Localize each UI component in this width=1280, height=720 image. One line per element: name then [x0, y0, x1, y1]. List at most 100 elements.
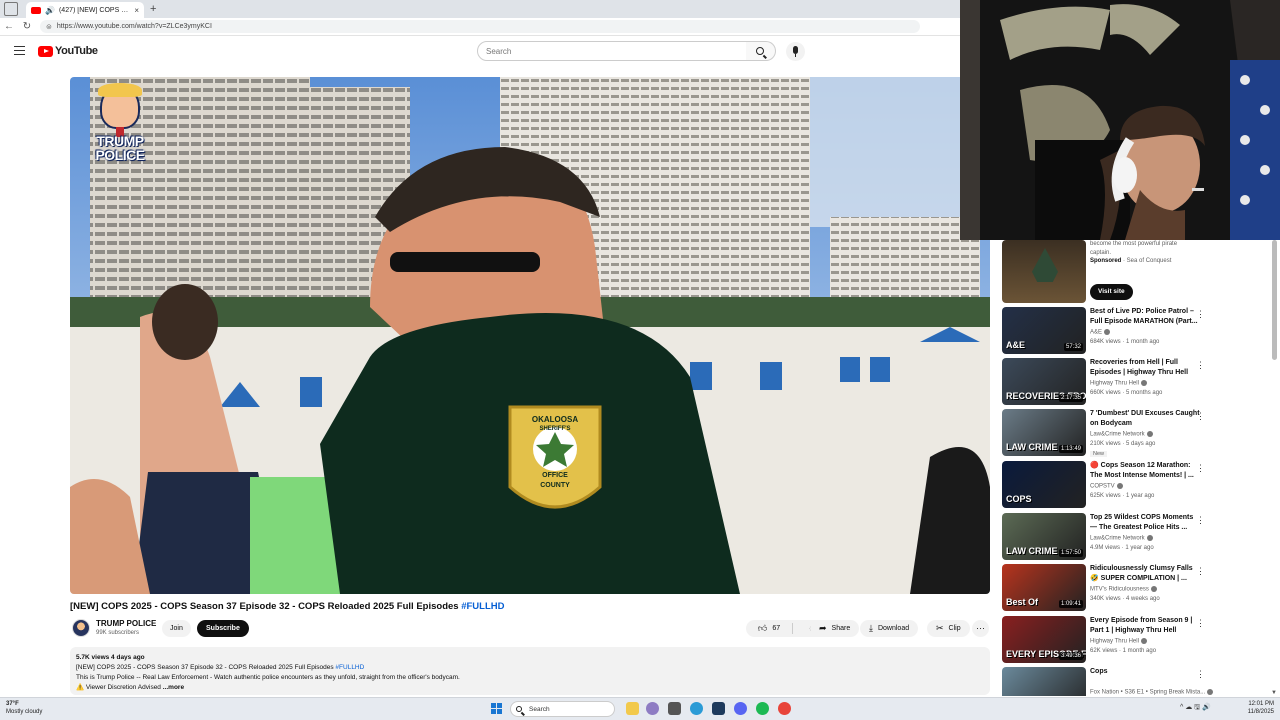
youtube-logo[interactable]: YouTube [38, 45, 98, 57]
recommendation-channel[interactable]: A&E [1090, 329, 1111, 336]
recommendation-menu-icon[interactable]: ⋮ [1196, 309, 1205, 320]
recommendation-channel[interactable]: MTV's Ridiculousness [1090, 586, 1157, 593]
page-scrollbar[interactable]: ▼ [1271, 240, 1278, 696]
voice-search-icon[interactable] [786, 42, 805, 61]
video-duration: 57:32 [1063, 343, 1083, 351]
download-icon: ⤓ [869, 623, 873, 633]
clock[interactable]: 12:01 PM 11/8/2025 [1238, 700, 1274, 716]
url-field[interactable]: ⊜ https://www.youtube.com/watch?v=ZLCe3y… [40, 20, 920, 33]
edge-icon[interactable] [690, 702, 703, 715]
menu-icon[interactable] [14, 46, 25, 55]
file-explorer-icon[interactable] [626, 702, 639, 715]
clip-button[interactable]: ✂ Clip [927, 620, 970, 637]
recommendation-title[interactable]: Every Episode from Season 9 | Part 1 | Hi… [1090, 616, 1200, 636]
description-hashtag[interactable]: #FULLHD [335, 664, 364, 671]
description-box[interactable]: 5.7K views 4 days ago [NEW] COPS 2025 - … [70, 647, 990, 695]
video-player[interactable]: OKALOOSA SHERIFF'S OFFICE COUNTY TRUMP P… [70, 77, 990, 594]
search-input[interactable]: Search [477, 41, 747, 61]
browser-tab-youtube[interactable]: 🔊 (427) [NEW] COPS 2025 - CO × [26, 2, 144, 18]
recommendation-thumbnail[interactable]: COPS [1002, 461, 1086, 508]
search-button[interactable] [746, 41, 776, 61]
recommendation-channel[interactable]: Highway Thru Hell [1090, 638, 1147, 645]
new-tab-button[interactable]: + [150, 3, 156, 15]
subscriber-count: 99K subscribers [96, 630, 140, 636]
ad-sponsor-line: Sponsored · Sea of Conquest [1090, 258, 1171, 264]
recommendation-item[interactable]: Cops Fox Nation • S36 E1 • Spring Break M… [1000, 667, 1268, 696]
recommendation-channel-name: Fox Nation • S36 E1 • Spring Break Mista… [1090, 689, 1206, 696]
recommendation-channel[interactable]: COPSTV [1090, 483, 1123, 490]
visit-site-button[interactable]: Visit site [1090, 284, 1133, 300]
recommendation-item[interactable]: Best Of 1:09:41 Ridiculousnessly Clumsy Fa… [1000, 564, 1268, 612]
recommendation-title[interactable]: Cops [1090, 667, 1200, 677]
recommendation-item[interactable]: A&E 57:32 Best of Live PD: Police Patrol –… [1000, 307, 1268, 355]
recommendation-channel-name: COPSTV [1090, 483, 1115, 490]
recommendation-item[interactable]: EVERY EPISODE FROM SEASON 93:49:36Every … [1000, 616, 1268, 664]
new-badge: New [1090, 451, 1108, 457]
watermark-hair [98, 83, 142, 97]
store-icon[interactable] [668, 702, 681, 715]
join-button[interactable]: Join [162, 620, 191, 637]
recommendation-thumbnail[interactable]: LAW CRIME 1:13:49 [1002, 409, 1086, 456]
recommendation-menu-icon[interactable]: ⋮ [1196, 515, 1205, 526]
speaker-icon[interactable]: 🔊 [45, 6, 55, 15]
recommendation-item[interactable]: LAW CRIME 1:13:49 7 'Dumbest' DUI Excuses … [1000, 409, 1268, 457]
recommendation-channel[interactable]: Fox Nation • S36 E1 • Spring Break Mista… [1090, 689, 1214, 696]
recommendation-menu-icon[interactable]: ⋮ [1196, 360, 1205, 371]
recommendation-title[interactable]: 🔴 Cops Season 12 Marathon: The Most Inten… [1090, 461, 1200, 481]
app-icon[interactable] [712, 702, 725, 715]
system-tray[interactable]: ^ ☁ 🖫 🔊 [1180, 703, 1211, 714]
back-button[interactable]: ← [0, 21, 18, 32]
recommendation-channel-name: Law&Crime Network [1090, 535, 1145, 542]
recommendation-channel[interactable]: Law&Crime Network [1090, 535, 1153, 542]
share-button[interactable]: ➦ Share [810, 620, 860, 637]
recommendation-title[interactable]: 7 'Dumbest' DUI Excuses Caught on Bodycam [1090, 409, 1200, 429]
taskbar-search[interactable]: Search [510, 701, 615, 717]
discord-icon[interactable] [734, 702, 747, 715]
recommendation-title[interactable]: Top 25 Wildest COPS Moments — The Greates… [1090, 513, 1200, 533]
recommendation-channel[interactable]: Highway Thru Hell [1090, 380, 1147, 387]
chrome-icon[interactable] [778, 702, 791, 715]
recommendation-title-line-2: The Most Intense Moments! | ... [1090, 472, 1194, 479]
scrollbar-thumb[interactable] [1272, 240, 1277, 360]
recommendation-menu-icon[interactable]: ⋮ [1196, 669, 1205, 680]
webcam-overlay [960, 0, 1280, 240]
download-button[interactable]: ⤓ Download [860, 620, 919, 637]
thumbnail-caption: A&E [1006, 340, 1026, 350]
recommendation-thumbnail[interactable]: EVERY EPISODE FROM SEASON 93:49:36 [1002, 616, 1086, 663]
recommendation-thumbnail[interactable]: LAW CRIME 1:57:50 [1002, 513, 1086, 560]
video-title-hashtag[interactable]: #FULLHD [461, 601, 504, 612]
channel-avatar[interactable] [72, 619, 90, 637]
recommendation-menu-icon[interactable]: ⋮ [1196, 566, 1205, 577]
reload-button[interactable]: ↻ [18, 21, 36, 32]
weather-condition: Mostly cloudy [6, 709, 43, 715]
recommendation-thumbnail[interactable]: Best Of 1:09:41 [1002, 564, 1086, 611]
recommendation-menu-icon[interactable]: ⋮ [1196, 463, 1205, 474]
copilot-icon[interactable] [646, 702, 659, 715]
spotify-icon[interactable] [756, 702, 769, 715]
channel-name[interactable]: TRUMP POLICE [96, 619, 156, 628]
scroll-down-arrow-icon[interactable]: ▼ [1271, 690, 1277, 696]
recommendation-menu-icon[interactable]: ⋮ [1196, 618, 1205, 629]
recommendation-item[interactable]: LAW CRIME 1:57:50 Top 25 Wildest COPS Mome… [1000, 513, 1268, 561]
recommendation-title[interactable]: Ridiculousnessly Clumsy Falls 🤣 SUPER COM… [1090, 564, 1200, 584]
close-tab-icon[interactable]: × [134, 6, 139, 15]
weather-widget[interactable]: 37°F Mostly cloudy [6, 700, 42, 716]
recommendation-thumbnail[interactable]: RECOVERIES FROM HE2:17:35 [1002, 358, 1086, 405]
show-more-link[interactable]: ...more [163, 684, 184, 691]
recommendation-thumbnail[interactable] [1002, 667, 1086, 696]
more-actions-button[interactable]: ··· [972, 620, 989, 637]
recommendation-item[interactable]: RECOVERIES FROM HE2:17:35Recoveries from… [1000, 358, 1268, 406]
start-button[interactable] [491, 703, 502, 714]
recommendation-thumbnail[interactable]: A&E 57:32 [1002, 307, 1086, 354]
youtube-wordmark: YouTube [55, 45, 98, 57]
recommendation-title[interactable]: Best of Live PD: Police Patrol – Full Epi… [1090, 307, 1200, 327]
site-info-icon[interactable]: ⊜ [46, 23, 52, 31]
recommendation-title[interactable]: Recoveries from Hell | Full Episodes | Hi… [1090, 358, 1200, 378]
subscribe-button[interactable]: Subscribe [197, 620, 249, 637]
recommendation-menu-icon[interactable]: ⋮ [1196, 411, 1205, 422]
ad-thumbnail[interactable] [1002, 240, 1086, 303]
like-button[interactable]: 👍︎ 67 [746, 623, 794, 634]
recommendation-item[interactable]: COPS 🔴 Cops Season 12 Marathon: The Most I… [1000, 461, 1268, 509]
recommendation-channel[interactable]: Law&Crime Network [1090, 431, 1153, 438]
tab-actions-icon[interactable] [4, 2, 18, 16]
